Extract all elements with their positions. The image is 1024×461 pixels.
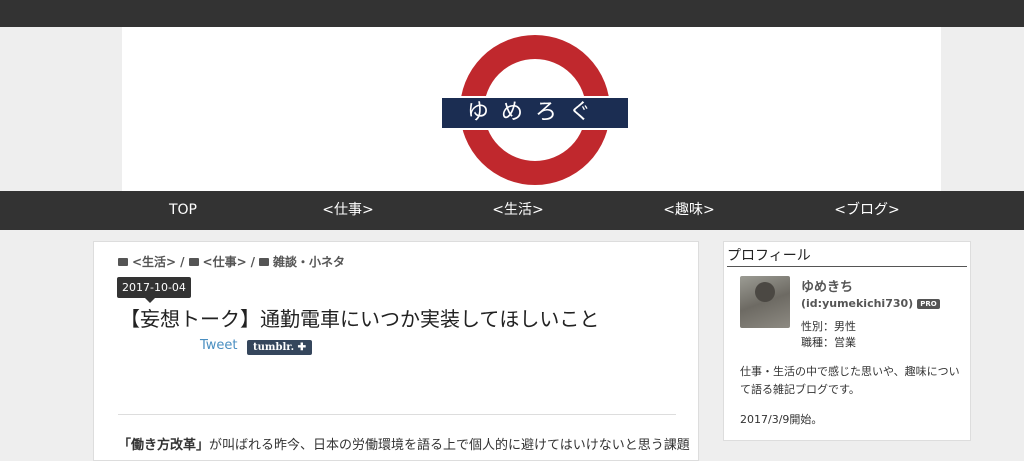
article-card: <生活> / <仕事> / 雑談・小ネタ 2017-10-04 【妄想トーク】通勤電車に… (93, 241, 699, 461)
blog-logo[interactable]: ゆめろぐ (440, 35, 630, 187)
tumblr-label: tumblr. (253, 342, 295, 353)
article-title[interactable]: 【妄想トーク】通勤電車にいつか実装してほしいこと (120, 303, 599, 332)
profile-start-date: 2017/3/9開始。 (740, 413, 823, 426)
divider (727, 266, 967, 267)
breadcrumb-link-work[interactable]: <仕事> (203, 255, 247, 269)
article-body: 「働き方改革」が叫ばれる昨今、日本の労働環境を語る上で個人的に避けてはいけないと… (118, 434, 690, 453)
profile-title: プロフィール (727, 248, 811, 264)
pro-badge: PRO (917, 299, 940, 309)
tweet-button[interactable]: Tweet (200, 338, 238, 353)
tumblr-share-button[interactable]: tumblr. ✚ (247, 340, 312, 355)
divider (118, 414, 676, 415)
profile-description: 仕事・生活の中で感じた思いや、趣味について語る雑記ブログです。 (740, 365, 960, 396)
global-nav: TOP <仕事> <生活> <趣味> <ブログ> (0, 191, 1024, 230)
breadcrumb-link-life[interactable]: <生活> (132, 255, 176, 269)
folder-icon (118, 257, 128, 266)
breadcrumb-link-misc[interactable]: 雑談・小ネタ (273, 255, 345, 269)
folder-icon (188, 257, 199, 266)
profile-id-text: (id:yumekichi730) (801, 297, 914, 310)
avatar[interactable] (740, 276, 790, 328)
nav-item-life[interactable]: <生活> (433, 191, 603, 230)
breadcrumb: <生活> / <仕事> / 雑談・小ネタ (118, 253, 345, 270)
profile-id[interactable]: (id:yumekichi730) PRO (801, 297, 940, 310)
article-date: 2017-10-04 (117, 277, 191, 303)
top-bar (0, 0, 1024, 27)
nav-item-blog[interactable]: <ブログ> (782, 191, 952, 230)
nav-item-work[interactable]: <仕事> (263, 191, 433, 230)
profile-gender: 性別：男性 (801, 320, 856, 333)
folder-icon (259, 257, 270, 266)
logo-text: ゆめろぐ (440, 96, 630, 130)
profile-name[interactable]: ゆめきち (801, 276, 853, 295)
profile-job: 職種：営業 (801, 336, 856, 349)
nav-item-hobby[interactable]: <趣味> (604, 191, 774, 230)
profile-module: プロフィール ゆめきち (id:yumekichi730) PRO 性別：男性 職… (723, 241, 971, 441)
nav-item-top[interactable]: TOP (98, 191, 268, 230)
plus-icon: ✚ (297, 342, 306, 353)
